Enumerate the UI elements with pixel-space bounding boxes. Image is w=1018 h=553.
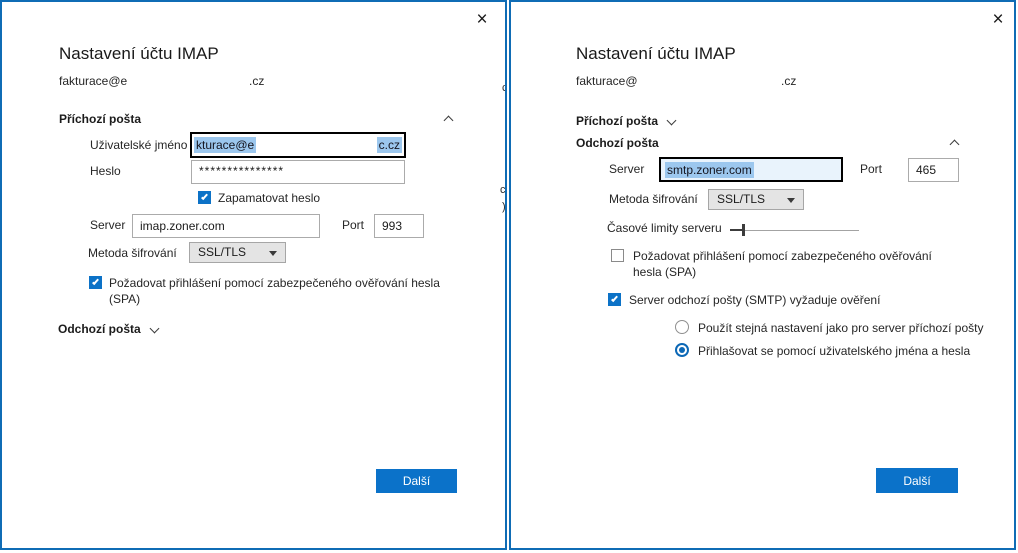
section-header-incoming[interactable]: Příchozí pošta [576, 114, 675, 128]
port-input[interactable]: 465 [908, 158, 959, 182]
next-button[interactable]: Další [876, 468, 958, 493]
server-selected-text: smtp.zoner.com [665, 162, 754, 178]
section-header-outgoing-label: Odchozí pošta [58, 322, 141, 336]
close-button[interactable]: × [470, 7, 494, 31]
close-icon: × [476, 10, 487, 29]
cropped-text-fragment: c [502, 82, 507, 94]
check-icon [201, 193, 208, 200]
username-selected-text-left: kturace@e [194, 137, 256, 153]
cropped-text-fragment: cl [500, 184, 507, 196]
close-button[interactable]: × [986, 7, 1010, 31]
radio-same-settings[interactable] [675, 320, 689, 334]
username-selected-text-right: c.cz [377, 137, 402, 153]
section-header-incoming[interactable]: Příchozí pošta [59, 112, 141, 126]
smtp-auth-checkbox[interactable] [608, 293, 621, 306]
encryption-method-value: SSL/TLS [717, 192, 765, 206]
server-input-content: smtp.zoner.com [661, 159, 841, 180]
account-email-prefix: fakturace@ [576, 74, 638, 88]
encryption-method-label: Metoda šifrování [88, 246, 177, 260]
chevron-down-icon [150, 324, 160, 334]
imap-settings-dialog-incoming: × Nastavení účtu IMAP fakturace@e .cz Př… [0, 0, 507, 550]
port-label: Port [860, 162, 882, 176]
username-label: Uživatelské jméno [90, 138, 187, 152]
remember-password-checkbox[interactable] [198, 191, 211, 204]
password-input[interactable]: *************** [191, 160, 405, 184]
check-icon [92, 278, 99, 285]
cropped-text-fragment: ) [502, 201, 506, 213]
check-icon [611, 295, 618, 302]
account-email-suffix: .cz [249, 74, 264, 88]
spa-checkbox[interactable] [611, 249, 624, 262]
dropdown-arrow-icon [269, 251, 277, 256]
server-label: Server [609, 162, 644, 176]
radio-same-settings-label[interactable]: Použít stejná nastavení jako pro server … [698, 321, 983, 335]
spa-label-line2[interactable]: (SPA) [109, 292, 140, 306]
spa-checkbox[interactable] [89, 276, 102, 289]
account-email-suffix: .cz [781, 74, 796, 88]
port-label: Port [342, 218, 364, 232]
chevron-up-icon[interactable] [950, 140, 960, 150]
remember-password-label[interactable]: Zapamatovat heslo [218, 191, 320, 205]
spa-label-line1[interactable]: Požadovat přihlášení pomocí zabezpečenéh… [633, 249, 932, 263]
imap-settings-dialog-outgoing: × Nastavení účtu IMAP fakturace@ .cz Pří… [509, 0, 1016, 550]
port-input[interactable]: 993 [374, 214, 424, 238]
section-header-incoming-label: Příchozí pošta [576, 114, 658, 128]
next-button[interactable]: Další [376, 469, 457, 493]
spa-label-line2[interactable]: hesla (SPA) [633, 265, 696, 279]
radio-selected-dot-icon [679, 347, 685, 353]
close-icon: × [992, 10, 1003, 29]
account-email-prefix: fakturace@e [59, 74, 127, 88]
encryption-method-dropdown[interactable]: SSL/TLS [189, 242, 286, 263]
username-input-content: kturace@e c.cz [192, 134, 404, 156]
dropdown-arrow-icon [787, 198, 795, 203]
page-title: Nastavení účtu IMAP [59, 44, 219, 64]
smtp-auth-label[interactable]: Server odchozí pošty (SMTP) vyžaduje ově… [629, 293, 880, 307]
section-header-outgoing[interactable]: Odchozí pošta [58, 322, 158, 336]
page-title: Nastavení účtu IMAP [576, 44, 736, 64]
server-timeout-label: Časové limity serveru [607, 221, 722, 235]
encryption-method-label: Metoda šifrování [609, 192, 698, 206]
server-input[interactable]: smtp.zoner.com [659, 157, 843, 182]
encryption-method-value: SSL/TLS [198, 245, 246, 259]
radio-username-password[interactable] [675, 343, 689, 357]
server-label: Server [90, 218, 125, 232]
section-header-outgoing[interactable]: Odchozí pošta [576, 136, 659, 150]
radio-username-password-label[interactable]: Přihlašovat se pomocí uživatelského jmén… [698, 344, 970, 358]
password-label: Heslo [90, 164, 121, 178]
chevron-up-icon[interactable] [444, 116, 454, 126]
chevron-down-icon [667, 116, 677, 126]
encryption-method-dropdown[interactable]: SSL/TLS [708, 189, 804, 210]
username-input[interactable]: kturace@e c.cz [190, 132, 406, 158]
timeout-slider-track[interactable] [745, 230, 859, 231]
server-input[interactable]: imap.zoner.com [132, 214, 320, 238]
spa-label-line1[interactable]: Požadovat přihlášení pomocí zabezpečenéh… [109, 276, 440, 290]
